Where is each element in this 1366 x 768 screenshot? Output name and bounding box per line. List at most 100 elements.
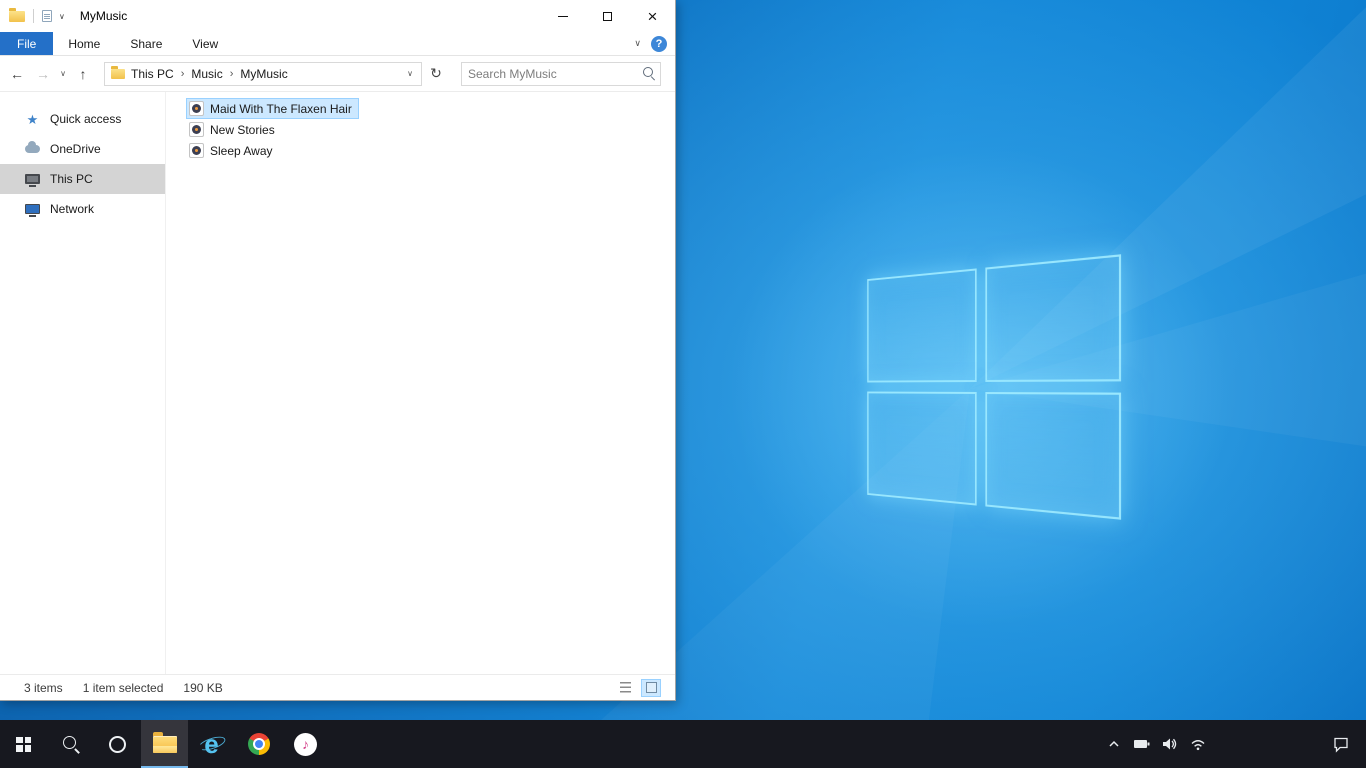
chrome-icon [247,733,270,755]
taskbar-internet-explorer-button[interactable]: e [188,720,235,768]
taskbar-itunes-button[interactable]: ♪ [282,720,329,768]
breadcrumb-this-pc[interactable]: This PC [125,65,180,83]
battery-icon [1134,740,1150,748]
view-toggles [615,678,661,697]
close-button[interactable]: × [630,0,675,32]
status-selection: 1 item selected [82,680,164,695]
show-hidden-icons-button[interactable] [1100,720,1128,768]
qat-divider [33,9,34,23]
large-icons-view-button[interactable] [641,678,661,697]
status-size: 190 KB [183,680,223,695]
system-tray [1100,720,1366,768]
action-center-button[interactable] [1320,720,1362,768]
windows-logo [867,254,1122,520]
refresh-button[interactable]: ↻ [424,62,448,86]
music-file-icon [189,122,204,137]
file-name: Maid With The Flaxen Hair [210,101,352,116]
file-explorer-icon [152,731,177,753]
file-item-maid-with-the-flaxen-hair[interactable]: Maid With The Flaxen Hair [186,98,359,119]
windows-logo-pane [867,268,977,383]
file-name: Sleep Away [210,143,273,158]
search-icon[interactable] [638,63,660,85]
expand-ribbon-chevron-icon[interactable]: ∨ [634,38,641,49]
window-title: MyMusic [79,9,128,23]
status-item-count: 3 items [24,680,63,695]
file-item-new-stories[interactable]: New Stories [186,119,282,140]
tab-share[interactable]: Share [115,32,177,55]
windows-start-icon [16,736,31,752]
maximize-button[interactable] [585,0,630,32]
sidebar-item-quick-access[interactable]: ★ Quick access [0,104,165,134]
volume-button[interactable] [1156,720,1184,768]
sidebar-item-label: This PC [50,172,93,186]
battery-status-button[interactable] [1128,720,1156,768]
star-icon: ★ [26,111,39,127]
details-view-button[interactable] [615,679,635,697]
tab-view[interactable]: View [177,32,233,55]
sidebar-item-network[interactable]: Network [0,194,165,224]
sidebar-item-label: OneDrive [50,142,101,156]
monitor-icon [24,174,41,187]
details-view-icon [619,682,631,693]
cortana-button[interactable] [94,720,141,768]
windows-logo-pane [985,254,1122,382]
internet-explorer-icon: e [196,730,227,758]
action-center-icon [1334,737,1348,753]
network-icon [24,204,41,217]
sidebar-item-label: Quick access [50,112,122,126]
network-status-button[interactable] [1184,720,1212,768]
close-icon: × [647,6,658,26]
wifi-icon [1191,740,1205,751]
sidebar-item-this-pc[interactable]: This PC [0,164,165,194]
minimize-icon [557,15,568,17]
navigation-pane: ★ Quick access OneDrive This PC Network [0,92,166,674]
file-list[interactable]: Maid With The Flaxen Hair New Stories Sl… [166,92,675,674]
cortana-icon [109,735,126,753]
start-button[interactable] [0,720,47,768]
cloud-icon [24,141,41,153]
qat-properties-icon[interactable] [42,10,52,22]
windows-logo-pane [867,391,977,506]
taskbar-chrome-button[interactable] [235,720,282,768]
maximize-icon [603,11,612,21]
address-bar[interactable]: This PC › Music › MyMusic ∨ [104,61,422,86]
taskbar-file-explorer-button[interactable] [141,720,188,768]
tray-spacer [1212,720,1320,768]
file-item-sleep-away[interactable]: Sleep Away [186,140,280,161]
explorer-window-icon[interactable] [9,7,25,22]
minimize-button[interactable] [540,0,585,32]
breadcrumb-music[interactable]: Music [185,65,228,83]
sidebar-item-onedrive[interactable]: OneDrive [0,134,165,164]
status-bar: 3 items 1 item selected 190 KB [0,674,675,700]
up-button[interactable]: ↑ [70,61,96,87]
taskbar: e ♪ [0,720,1366,768]
file-explorer-window: ∨ MyMusic × File Home Share View ∨ ? ← →… [0,0,676,701]
tab-file[interactable]: File [0,32,54,55]
help-icon[interactable]: ? [651,35,667,52]
taskbar-search-button[interactable] [47,720,94,768]
forward-button[interactable]: → [30,61,56,87]
recent-locations-chevron-icon[interactable]: ∨ [56,69,70,78]
qat-customize-chevron-icon[interactable]: ∨ [59,12,65,21]
large-icons-view-icon [645,682,657,693]
windows-logo-pane [985,392,1122,520]
search-box [461,61,661,86]
address-dropdown-chevron-icon[interactable]: ∨ [401,69,419,78]
ribbon-tab-bar: File Home Share View ∨ ? [0,32,675,56]
music-file-icon [189,143,204,158]
address-folder-icon [111,65,125,79]
speaker-icon [1163,738,1177,750]
chevron-up-icon [1109,740,1119,747]
tab-home[interactable]: Home [53,32,115,55]
explorer-content: ★ Quick access OneDrive This PC Network … [0,92,675,674]
back-button[interactable]: ← [4,61,30,87]
itunes-icon: ♪ [294,732,317,756]
search-icon [61,734,81,754]
title-bar[interactable]: ∨ MyMusic × [0,0,675,32]
music-file-icon [189,101,204,116]
desktop: ∨ MyMusic × File Home Share View ∨ ? ← →… [0,0,1366,768]
window-controls: × [540,0,675,32]
breadcrumb-mymusic[interactable]: MyMusic [234,65,293,83]
search-input[interactable] [462,66,638,81]
file-name: New Stories [210,122,275,137]
